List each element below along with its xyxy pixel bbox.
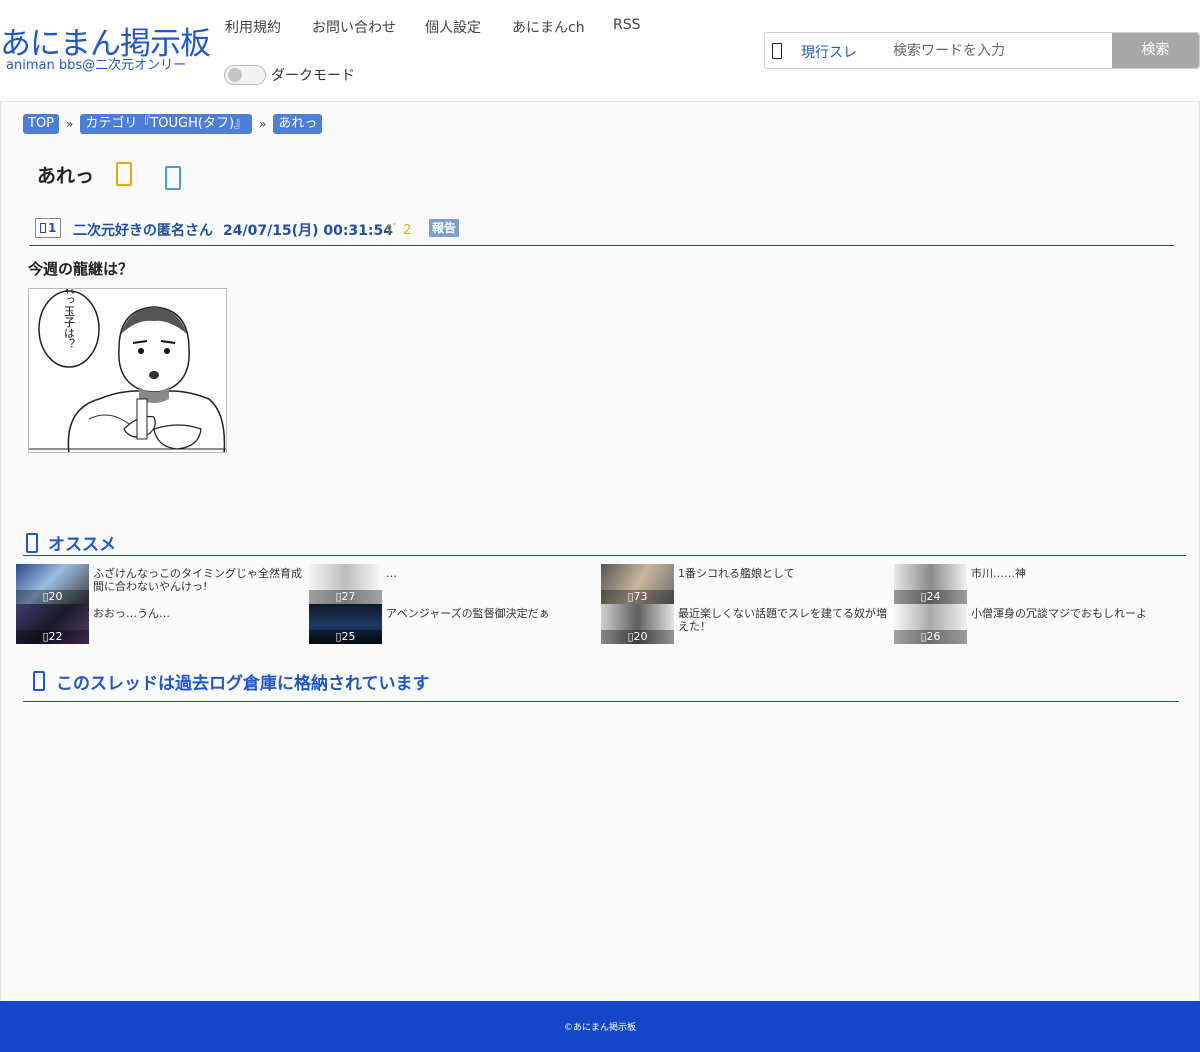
nav-contact[interactable]: お問い合わせ [312, 17, 396, 37]
recommend-item[interactable]: ▯20 最近楽しくない話題でスレを建てる奴が増えた！ [601, 604, 891, 644]
share-icon[interactable] [165, 166, 181, 190]
recommend-title[interactable]: 市川……神 [971, 567, 1183, 580]
recommend-heading: オススメ [23, 530, 1186, 556]
logo-subtitle: animan bbs@二次元オンリー [6, 58, 187, 73]
comment-count: ▯20 [16, 590, 89, 604]
post-date: 24/07/15(月) 00:31:54 [223, 223, 393, 239]
breadcrumb-separator: » [259, 117, 267, 131]
post-id-count: 2 [403, 223, 412, 238]
comment-count-value: 20 [633, 630, 648, 643]
recommend-thumbnail: ▯20 [601, 604, 674, 644]
comment-count: ▯25 [309, 630, 382, 644]
nav-terms[interactable]: 利用規約 [225, 17, 281, 37]
search-input[interactable] [893, 37, 1108, 65]
comment-count: ▯20 [601, 630, 674, 644]
comment-count-value: 20 [48, 590, 63, 603]
recommend-title[interactable]: 最近楽しくない話題でスレを建てる奴が増えた！ [678, 607, 890, 633]
recommend-item[interactable]: ▯25 アベンジャーズの監督御決定だぁ [309, 604, 599, 644]
breadcrumb: TOP » カテゴリ『TOUGH(タフ)』 » あれっ [23, 114, 323, 134]
comment-count-value: 24 [926, 590, 941, 603]
nav-animanch[interactable]: あにまんch [512, 17, 585, 37]
recommend-title[interactable]: おおっ…うん… [93, 607, 305, 620]
dark-mode-toggle[interactable]: ダークモード [224, 65, 355, 85]
id-icon: ｸﾞ [386, 223, 399, 238]
recommend-title[interactable]: … [386, 567, 598, 580]
bubble-text: あれっ玉子は？ [63, 289, 76, 350]
dark-mode-switch[interactable] [224, 65, 266, 85]
site-header: あにまん掲示板 animan bbs@二次元オンリー 利用規約 お問い合わせ 個… [0, 0, 1200, 101]
logo-title[interactable]: あにまん掲示板 [0, 26, 211, 62]
copyright: ©あにまん掲示板 [563, 1023, 636, 1033]
breadcrumb-top[interactable]: TOP [23, 114, 60, 134]
archive-notice-text: このスレッドは過去ログ倉庫に格納されています [56, 674, 430, 694]
recommend-item[interactable]: ▯73 1番シコれる艦娘として [601, 564, 891, 604]
recommend-heading-text: オススメ [48, 535, 116, 555]
recommend-thumbnail: ▯25 [309, 604, 382, 644]
search-scope-select[interactable]: 現行スレ [801, 42, 857, 62]
recommend-thumbnail: ▯20 [16, 564, 89, 604]
comment-count-value: 25 [341, 630, 356, 643]
recommend-title[interactable]: 1番シコれる艦娘として [678, 567, 890, 580]
favorite-icon[interactable] [116, 162, 132, 186]
post-image[interactable]: あれっ玉子は？ [28, 288, 227, 453]
recommend-item[interactable]: ▯26 小僧渾身の冗談マジでおもしれーよ [894, 604, 1184, 644]
main-content: TOP » カテゴリ『TOUGH(タフ)』 » あれっ あれっ 1 二次元好きの… [0, 101, 1200, 1001]
comment-count-value: 22 [48, 630, 63, 643]
manga-panel: あれっ玉子は？ [29, 289, 226, 452]
comment-count: ▯73 [601, 590, 674, 604]
post-header: 1 二次元好きの匿名さん 24/07/15(月) 00:31:54 ｸﾞ 2 報… [29, 217, 1174, 246]
archive-notice: このスレッドは過去ログ倉庫に格納されています [23, 667, 1179, 702]
post-body: 今週の龍継は？ [28, 260, 134, 278]
comment-count: ▯27 [309, 590, 382, 604]
nav-rss[interactable]: RSS [613, 17, 641, 33]
comment-count: ▯24 [894, 590, 967, 604]
site-footer: ©あにまん掲示板 [0, 1001, 1200, 1052]
recommend-item[interactable]: ▯22 おおっ…うん… [16, 604, 306, 644]
post-number[interactable]: 1 [35, 218, 62, 238]
reply-icon [40, 223, 46, 233]
recommend-item[interactable]: ▯24 市川……神 [894, 564, 1184, 604]
comment-count-value: 27 [341, 590, 356, 603]
comment-count: ▯22 [16, 630, 89, 644]
report-button[interactable]: 報告 [429, 219, 460, 237]
comment-count: ▯26 [894, 630, 967, 644]
post-id-badge[interactable]: ｸﾞ 2 [386, 219, 411, 238]
search-button[interactable]: 検索 [1112, 33, 1199, 68]
recommend-item[interactable]: ▯20 ふざけんなっこのタイミングじゃ全然育成間に合わないやんけっ! [16, 564, 306, 604]
site-logo[interactable]: あにまん掲示板 animan bbs@二次元オンリー [0, 26, 211, 73]
comment-count-value: 26 [926, 630, 941, 643]
recommend-title[interactable]: ふざけんなっこのタイミングじゃ全然育成間に合わないやんけっ! [93, 567, 305, 593]
recommend-thumbnail: ▯24 [894, 564, 967, 604]
recommend-thumbnail: ▯27 [309, 564, 382, 604]
archive-icon [33, 671, 45, 691]
recommend-item[interactable]: ▯27 … [309, 564, 599, 604]
recommend-thumbnail: ▯26 [894, 604, 967, 644]
poster-name: 二次元好きの匿名さん [73, 223, 213, 239]
recommend-thumbnail: ▯22 [16, 604, 89, 644]
comment-count-value: 73 [633, 590, 648, 603]
search-scope-icon [772, 43, 782, 59]
nav-settings[interactable]: 個人設定 [425, 17, 481, 37]
recommend-thumbnail: ▯73 [601, 564, 674, 604]
thread-title: あれっ [37, 165, 95, 187]
recommend-icon [26, 533, 38, 553]
breadcrumb-separator: » [66, 117, 74, 131]
recommend-title[interactable]: アベンジャーズの監督御決定だぁ [386, 607, 598, 620]
search-form: 現行スレ 検索 [764, 32, 1200, 69]
breadcrumb-thread[interactable]: あれっ [273, 114, 323, 134]
post-number-value: 1 [48, 221, 57, 235]
dark-mode-label: ダークモード [271, 68, 355, 84]
switch-knob [228, 68, 242, 82]
recommend-title[interactable]: 小僧渾身の冗談マジでおもしれーよ [971, 607, 1183, 620]
breadcrumb-category[interactable]: カテゴリ『TOUGH(タフ)』 [80, 114, 253, 134]
